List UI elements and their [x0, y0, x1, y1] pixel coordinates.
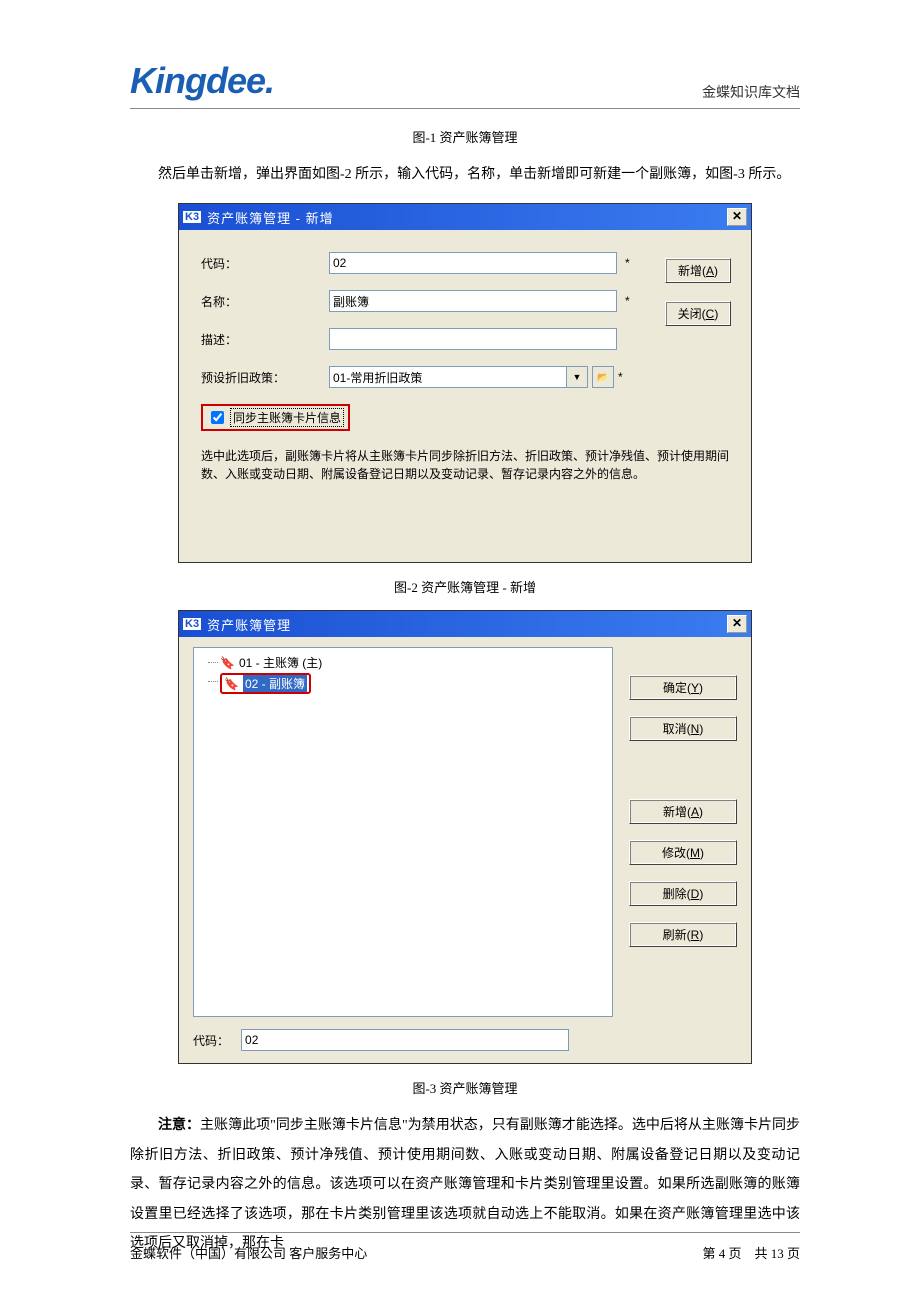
required-star: * [618, 370, 623, 384]
tree-panel[interactable]: 🔖 01 - 主账簿 (主) 🔖 02 - 副账簿 [193, 647, 613, 1017]
label-desc: 描述： [201, 331, 329, 348]
delete-button[interactable]: 删除(D) [629, 881, 737, 906]
dialog1-title: 资产账簿管理 - 新增 [207, 208, 727, 227]
sync-checkbox-row: 同步主账簿卡片信息 [201, 404, 729, 431]
code-display-input[interactable] [241, 1029, 569, 1051]
tree-item-label: 01 - 主账簿 (主) [239, 654, 322, 671]
modify-button[interactable]: 修改(M) [629, 840, 737, 865]
figure-2-caption: 图-2 资产账簿管理 - 新增 [130, 577, 800, 596]
book-icon: 🔖 [220, 656, 235, 670]
page-header: Kingdee. 金蝶知识库文档 [130, 60, 800, 109]
label-name: 名称： [201, 293, 329, 310]
page-current: 第 4 页 [702, 1246, 741, 1261]
paragraph-2-text: 主账簿此项"同步主账簿卡片信息"为禁用状态，只有副账簿才能选择。选中后将从主账簿… [130, 1118, 800, 1251]
cancel-button[interactable]: 取消(N) [629, 716, 737, 741]
close-icon[interactable]: ✕ [727, 615, 747, 633]
page-footer: 金蝶软件（中国）有限公司 客户服务中心 第 4 页 共 13 页 [130, 1232, 800, 1262]
highlight-box: 🔖 02 - 副账簿 [220, 673, 311, 694]
tree-item-main[interactable]: 🔖 01 - 主账簿 (主) [202, 654, 604, 671]
figure-3-caption: 图-3 资产账簿管理 [130, 1078, 800, 1097]
refresh-button[interactable]: 刷新(R) [629, 922, 737, 947]
sync-note-text: 选中此选项后，副账簿卡片将从主账簿卡片同步除折旧方法、折旧政策、预计净残值、预计… [201, 447, 729, 483]
app-icon: K3 [183, 211, 201, 223]
logo: Kingdee. [130, 60, 274, 102]
book-icon: 🔖 [224, 677, 239, 691]
browse-icon[interactable]: 📂 [592, 366, 614, 388]
add-button[interactable]: 新增(A) [629, 799, 737, 824]
doc-title: 金蝶知识库文档 [702, 82, 800, 102]
tree-item-sub[interactable]: 🔖 02 - 副账簿 [202, 673, 604, 694]
required-star: * [625, 294, 630, 308]
footer-company: 金蝶软件（中国）有限公司 客户服务中心 [130, 1243, 367, 1262]
add-button[interactable]: 新增(A) [665, 258, 731, 283]
code-input[interactable] [329, 252, 617, 274]
app-icon: K3 [183, 618, 201, 630]
note-label: 注意： [158, 1118, 200, 1133]
dialog-manage-screenshot: K3 资产账簿管理 ✕ 🔖 01 - 主账簿 (主) 🔖 02 - 副账簿 确定… [178, 610, 752, 1064]
desc-input[interactable] [329, 328, 617, 350]
figure-1-caption: 图-1 资产账簿管理 [130, 127, 800, 146]
sync-checkbox-label: 同步主账簿卡片信息 [230, 408, 344, 427]
dialog1-titlebar: K3 资产账簿管理 - 新增 ✕ [179, 204, 751, 230]
close-button[interactable]: 关闭(C) [665, 301, 731, 326]
label-policy: 预设折旧政策： [201, 369, 329, 386]
chevron-down-icon[interactable]: ▼ [566, 366, 588, 388]
code-label: 代码： [193, 1032, 229, 1049]
tree-item-label-selected: 02 - 副账簿 [243, 675, 307, 692]
policy-input[interactable] [329, 366, 567, 388]
highlight-box: 同步主账簿卡片信息 [201, 404, 350, 431]
dialog-add-screenshot: K3 资产账簿管理 - 新增 ✕ 代码： * 名称： * 描述： 预设折旧政策： [178, 203, 752, 563]
paragraph-1: 然后单击新增，弹出界面如图-2 所示，输入代码，名称，单击新增即可新建一个副账簿… [130, 160, 800, 189]
logo-text: Kingdee [130, 60, 265, 101]
label-code: 代码： [201, 255, 329, 272]
footer-pagenum: 第 4 页 共 13 页 [702, 1243, 800, 1262]
policy-combo[interactable]: ▼ 📂 [329, 366, 614, 388]
name-input[interactable] [329, 290, 617, 312]
dialog2-titlebar: K3 资产账簿管理 ✕ [179, 611, 751, 637]
dialog2-title: 资产账簿管理 [207, 615, 727, 634]
sync-checkbox[interactable] [211, 411, 224, 424]
page-total: 共 13 页 [754, 1246, 800, 1261]
required-star: * [625, 256, 630, 270]
ok-button[interactable]: 确定(Y) [629, 675, 737, 700]
close-icon[interactable]: ✕ [727, 208, 747, 226]
